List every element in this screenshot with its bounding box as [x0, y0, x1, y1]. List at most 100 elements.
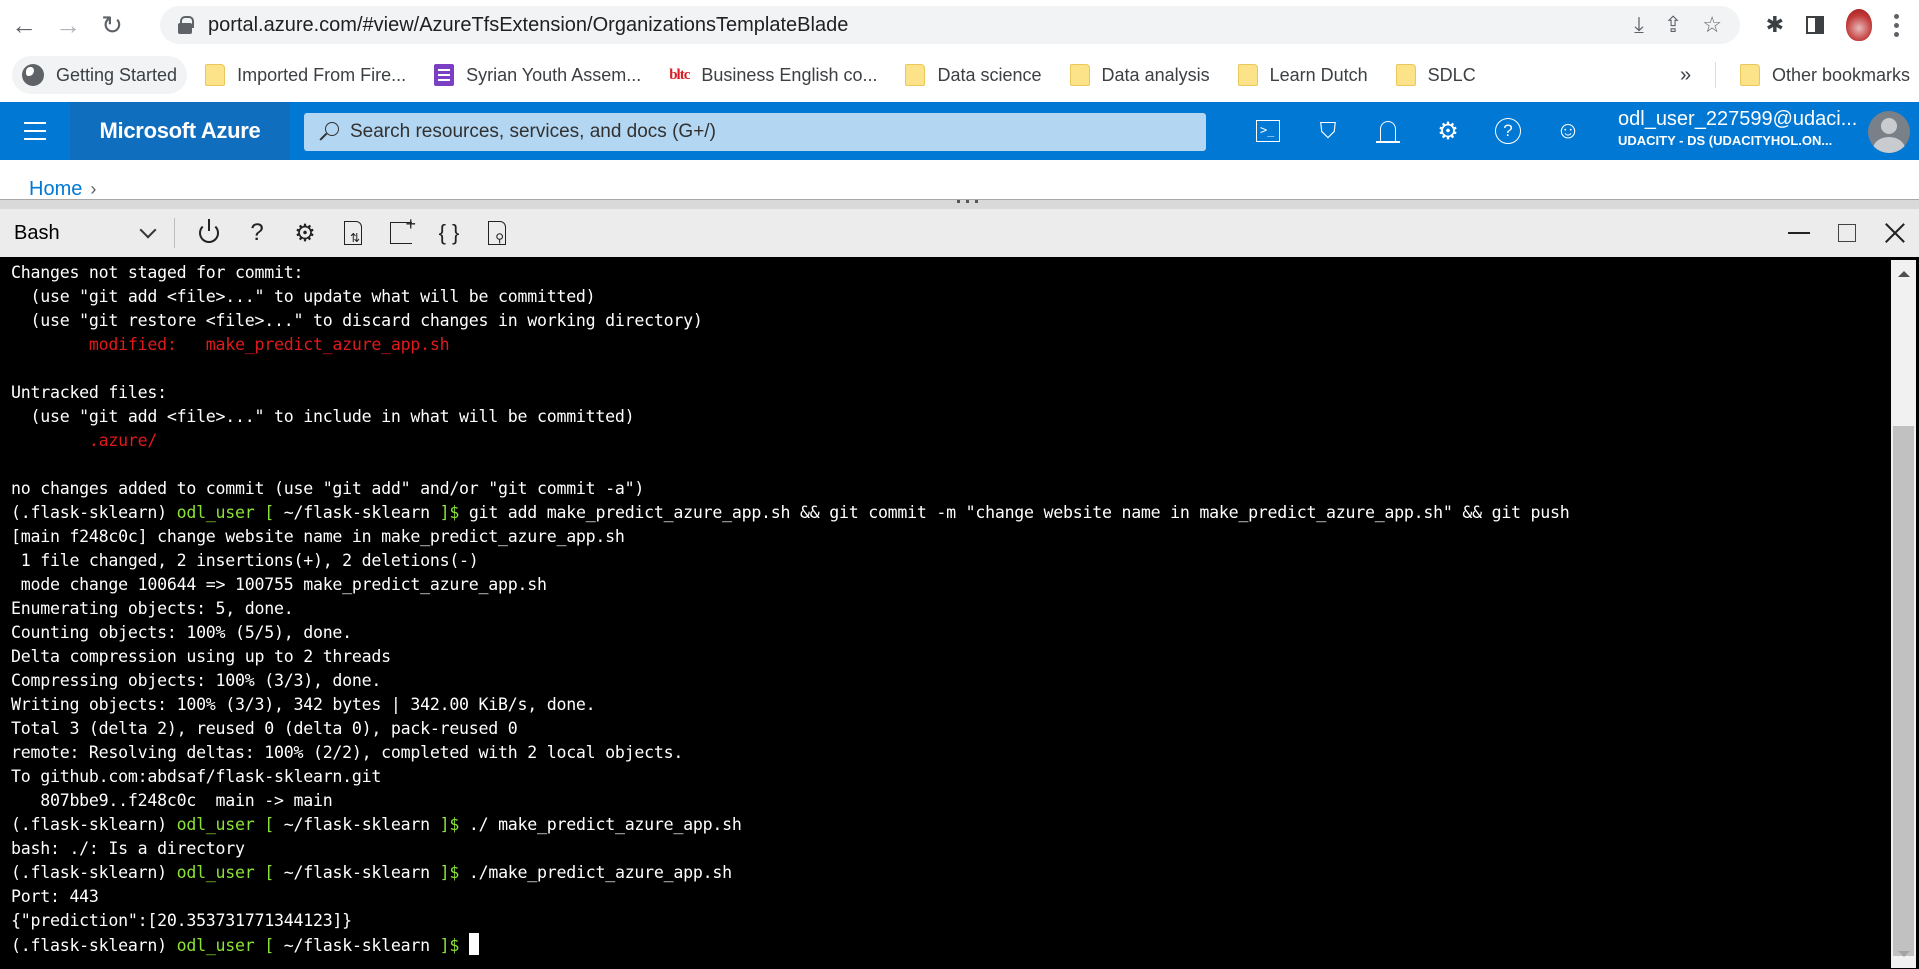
- terminal-line: Counting objects: 100% (5/5), done.: [11, 621, 1570, 645]
- directory-filter-button[interactable]: ⛉: [1298, 102, 1358, 160]
- cloud-shell-toolbar: Bash ? ⚙ ⇅ { } ⚲: [0, 209, 1919, 257]
- terminal-line: (.flask-sklearn) odl_user [ ~/flask-skle…: [11, 501, 1570, 525]
- terminal-line: modified: make_predict_azure_app.sh: [11, 333, 1570, 357]
- terminal-line: 1 file changed, 2 insertions(+), 2 delet…: [11, 549, 1570, 573]
- prompt-segment: [: [254, 503, 284, 522]
- braces-icon: { }: [438, 220, 460, 245]
- scroll-up-arrow-icon[interactable]: [1898, 271, 1910, 277]
- terminal-text: Enumerating objects: 5, done.: [11, 599, 294, 618]
- maximize-button[interactable]: [1823, 209, 1871, 257]
- bookmark-learn-dutch[interactable]: Learn Dutch: [1228, 56, 1378, 94]
- prompt-segment: odl_user: [176, 936, 255, 955]
- minimize-icon: [1788, 232, 1810, 234]
- bookmark-sdlc[interactable]: SDLC: [1386, 56, 1486, 94]
- terminal-text: mode change 100644 => 100755 make_predic…: [11, 575, 547, 594]
- side-panel-icon[interactable]: [1806, 16, 1824, 34]
- restart-button[interactable]: [185, 211, 233, 255]
- bookmark-star-icon[interactable]: ☆: [1702, 12, 1722, 38]
- new-session-button[interactable]: [377, 211, 425, 255]
- bookmark-syrian-youth[interactable]: Syrian Youth Assem...: [424, 56, 651, 94]
- back-button[interactable]: ←: [4, 5, 44, 45]
- bookmark-getting-started[interactable]: Getting Started: [12, 56, 188, 94]
- minimize-button[interactable]: [1775, 209, 1823, 257]
- portal-menu-button[interactable]: [0, 102, 70, 160]
- notifications-button[interactable]: [1358, 102, 1418, 160]
- breadcrumb-home[interactable]: Home: [29, 178, 82, 201]
- terminal-text: {"prediction":[20.353731771344123]}: [11, 911, 352, 930]
- terminal[interactable]: Changes not staged for commit: (use "git…: [0, 257, 1919, 969]
- prompt-segment: [: [254, 863, 284, 882]
- global-search[interactable]: [304, 113, 1206, 151]
- terminal-text: Total 3 (delta 2), reused 0 (delta 0), p…: [11, 719, 518, 738]
- lock-icon: [178, 16, 194, 34]
- settings-button[interactable]: ⚙: [1418, 102, 1478, 160]
- cloud-shell-button[interactable]: >_: [1238, 102, 1298, 160]
- bookmark-label: SDLC: [1427, 64, 1476, 85]
- web-preview-button[interactable]: ⚲: [473, 211, 521, 255]
- install-app-icon[interactable]: ⤓: [1634, 12, 1644, 38]
- terminal-text: remote: Resolving deltas: 100% (2/2), co…: [11, 743, 684, 762]
- reload-icon: ↻: [101, 9, 123, 40]
- terminal-text: ~/flask-sklearn: [283, 863, 430, 882]
- terminal-text: (.flask-sklearn): [11, 503, 177, 522]
- address-bar[interactable]: portal.azure.com/#view/AzureTfsExtension…: [160, 6, 1740, 44]
- url-text[interactable]: portal.azure.com/#view/AzureTfsExtension…: [208, 14, 848, 37]
- menu-kebab-icon[interactable]: [1894, 13, 1899, 37]
- prompt-segment: odl_user: [176, 503, 255, 522]
- help-icon: ?: [1495, 118, 1521, 144]
- terminal-text: ~/flask-sklearn: [283, 503, 430, 522]
- upload-download-icon: ⇅: [344, 221, 362, 245]
- terminal-scrollbar[interactable]: [1891, 260, 1916, 968]
- avatar[interactable]: [1868, 111, 1910, 153]
- bookmark-label: Other bookmarks: [1772, 64, 1911, 85]
- bltc-icon: bltc: [669, 66, 690, 83]
- help-button[interactable]: ?: [1478, 102, 1538, 160]
- terminal-line: Changes not staged for commit:: [11, 261, 1570, 285]
- bookmark-data-analysis[interactable]: Data analysis: [1060, 56, 1220, 94]
- azure-brand[interactable]: Microsoft Azure: [70, 102, 290, 160]
- bookmark-business-english[interactable]: bltc Business English co...: [659, 56, 887, 94]
- more-bookmarks-button[interactable]: »: [1680, 52, 1691, 98]
- terminal-line: [main f248c0c] change website name in ma…: [11, 525, 1570, 549]
- terminal-line: To github.com:abdsaf/flask-sklearn.git: [11, 765, 1570, 789]
- upload-download-button[interactable]: ⇅: [329, 211, 377, 255]
- scroll-down-arrow-icon[interactable]: [1898, 951, 1910, 957]
- terminal-line: (use "git restore <file>..." to discard …: [11, 309, 1570, 333]
- terminal-text: (use "git add <file>..." to update what …: [11, 287, 596, 306]
- editor-button[interactable]: { }: [425, 211, 473, 255]
- cloud-shell-resize-handle[interactable]: [0, 199, 1919, 209]
- prompt-segment: ]$: [429, 936, 460, 955]
- bookmark-label: Business English co...: [701, 64, 878, 85]
- terminal-line: Port: 443: [11, 885, 1570, 909]
- terminal-text: 807bbe9..f248c0c main -> main: [11, 791, 333, 810]
- bookmark-label: Data analysis: [1101, 64, 1210, 85]
- terminal-line: Untracked files:: [11, 381, 1570, 405]
- forms-icon: [434, 64, 455, 86]
- folder-icon: [1069, 64, 1090, 86]
- search-input[interactable]: [350, 121, 1170, 143]
- share-icon[interactable]: ⇪: [1664, 12, 1682, 38]
- prompt-segment: ]$: [429, 863, 460, 882]
- status-path: .azure/: [11, 431, 158, 450]
- terminal-text: (.flask-sklearn): [11, 936, 177, 955]
- terminal-line: Compressing objects: 100% (3/3), done.: [11, 669, 1570, 693]
- terminal-line: (use "git add <file>..." to include in w…: [11, 405, 1570, 429]
- shell-type-select[interactable]: Bash: [14, 214, 164, 252]
- extensions-icon[interactable]: ✱: [1766, 12, 1784, 38]
- terminal-text: (.flask-sklearn): [11, 863, 177, 882]
- reload-button[interactable]: ↻: [92, 5, 132, 45]
- forward-button[interactable]: →: [48, 5, 88, 45]
- bookmark-imported-from-firefox[interactable]: Imported From Fire...: [195, 56, 416, 94]
- chevron-right-icon: ›: [90, 179, 97, 199]
- help-button[interactable]: ?: [233, 211, 281, 255]
- profile-avatar[interactable]: [1846, 9, 1872, 41]
- account-button[interactable]: odl_user_227599@udaci... UDACITY - DS (U…: [1618, 108, 1857, 148]
- bookmark-data-science[interactable]: Data science: [895, 56, 1051, 94]
- other-bookmarks[interactable]: Other bookmarks: [1730, 56, 1919, 94]
- close-button[interactable]: [1871, 209, 1919, 257]
- settings-button[interactable]: ⚙: [281, 211, 329, 255]
- scrollbar-thumb[interactable]: [1893, 426, 1914, 956]
- feedback-button[interactable]: ☺: [1538, 102, 1598, 160]
